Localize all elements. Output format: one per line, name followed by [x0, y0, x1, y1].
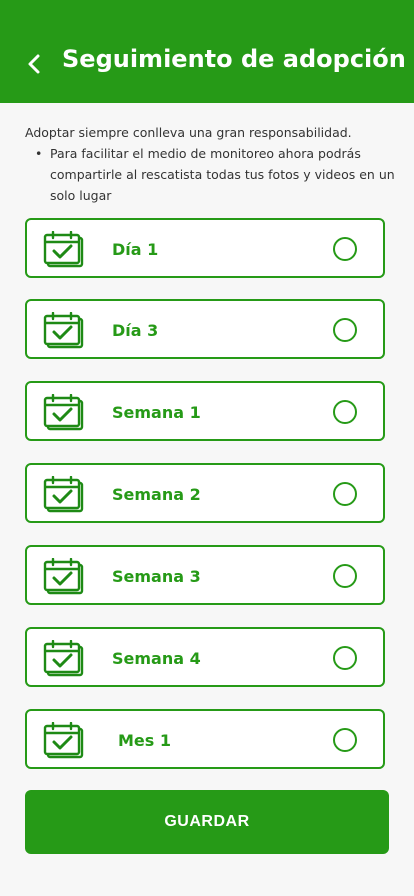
checklist-item-label: Semana 2	[112, 485, 201, 504]
checklist-item-semana-4[interactable]: Semana 4	[25, 627, 385, 687]
radio-button[interactable]	[333, 318, 357, 342]
intro-section: Adoptar siempre conlleva una gran respon…	[25, 123, 395, 206]
calendar-check-icon	[43, 312, 84, 349]
radio-button[interactable]	[333, 564, 357, 588]
checklist-item-semana-2[interactable]: Semana 2	[25, 463, 385, 523]
radio-button[interactable]	[333, 237, 357, 261]
chevron-left-icon[interactable]	[24, 52, 44, 76]
radio-button[interactable]	[333, 646, 357, 670]
app-header: Seguimiento de adopción	[0, 0, 414, 103]
radio-button[interactable]	[333, 482, 357, 506]
checklist-item-label: Semana 3	[112, 567, 201, 586]
checklist-item-label: Mes 1	[118, 731, 171, 750]
radio-button[interactable]	[333, 728, 357, 752]
calendar-check-icon	[43, 394, 84, 431]
checklist-item-dia-3[interactable]: Día 3	[25, 299, 385, 359]
checklist-item-label: Semana 1	[112, 403, 201, 422]
page-title: Seguimiento de adopción	[62, 45, 406, 73]
calendar-check-icon	[43, 476, 84, 513]
calendar-check-icon	[43, 231, 84, 268]
checklist-item-label: Semana 4	[112, 649, 201, 668]
checklist-item-label: Día 1	[112, 240, 159, 259]
radio-button[interactable]	[333, 400, 357, 424]
intro-bullet: Para facilitar el medio de monitoreo aho…	[25, 143, 395, 206]
save-button[interactable]: GUARDAR	[25, 790, 389, 854]
intro-text: Adoptar siempre conlleva una gran respon…	[25, 125, 352, 140]
checklist-item-label: Día 3	[112, 321, 159, 340]
calendar-check-icon	[43, 722, 84, 759]
checklist-item-dia-1[interactable]: Día 1	[25, 218, 385, 278]
checklist-item-mes-1[interactable]: Mes 1	[25, 709, 385, 769]
checklist-item-semana-1[interactable]: Semana 1	[25, 381, 385, 441]
checklist-item-semana-3[interactable]: Semana 3	[25, 545, 385, 605]
calendar-check-icon	[43, 558, 84, 595]
calendar-check-icon	[43, 640, 84, 677]
